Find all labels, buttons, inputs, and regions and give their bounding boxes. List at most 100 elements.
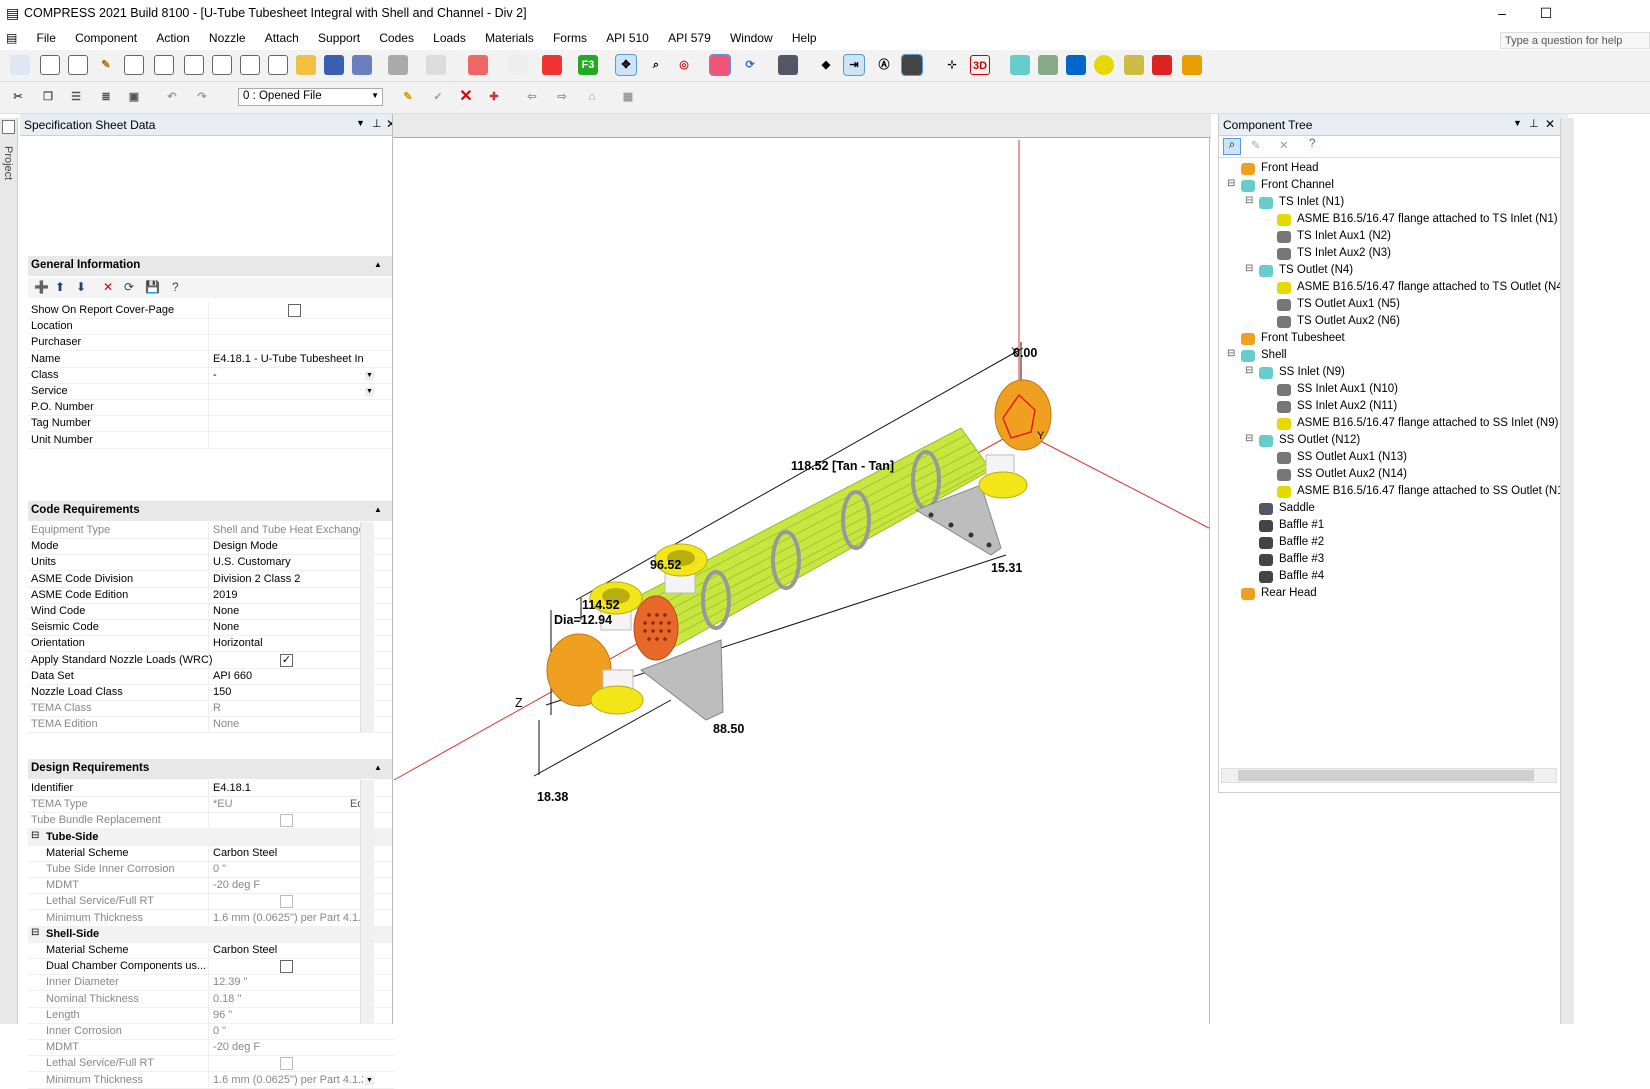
property-value[interactable]: 1.6 mm (0.0625") per Part 4.1.2 xyxy=(213,1074,363,1086)
menu-api579[interactable]: API 579 xyxy=(660,28,719,48)
annotation-icon[interactable]: Ⓐ xyxy=(874,55,894,75)
expand-toggle-icon[interactable]: ⊟ xyxy=(1227,178,1235,189)
menu-action[interactable]: Action xyxy=(148,28,197,48)
menu-doc-icon[interactable]: ▤ xyxy=(0,28,25,48)
p2-icon[interactable] xyxy=(240,55,260,75)
tree-item[interactable]: SS Outlet (N12) xyxy=(1279,434,1360,446)
h2-icon[interactable] xyxy=(154,55,174,75)
property-value[interactable]: None xyxy=(213,605,363,617)
menu-attach[interactable]: Attach xyxy=(257,28,307,48)
property-value[interactable]: Division 2 Class 2 xyxy=(213,573,363,585)
view-cube-icon[interactable] xyxy=(778,55,798,75)
property-value[interactable]: Design Mode xyxy=(213,540,363,552)
tree-item[interactable]: Baffle #4 xyxy=(1279,570,1324,582)
shade-icon[interactable] xyxy=(901,54,923,76)
tree-item[interactable]: SS Outlet Aux1 (N13) xyxy=(1297,451,1407,463)
tree-item[interactable]: ASME B16.5/16.47 flange attached to SS I… xyxy=(1297,417,1558,429)
property-row[interactable]: Lethal Service/Full RT xyxy=(28,893,394,911)
property-value[interactable]: R xyxy=(213,702,363,714)
clipboard-icon[interactable] xyxy=(508,55,528,75)
delete-row-icon[interactable]: ✕ xyxy=(103,280,113,294)
property-row[interactable]: Dual Chamber Components us... xyxy=(28,958,394,976)
property-value[interactable]: 0.18 " xyxy=(213,993,363,1005)
color-icon[interactable] xyxy=(709,54,731,76)
code-scrollbar[interactable] xyxy=(360,522,374,732)
property-row[interactable]: Name E4.18.1 - U-Tube Tubesheet Integ... xyxy=(28,350,394,368)
tree-item[interactable]: Rear Head xyxy=(1261,587,1317,599)
property-row[interactable]: TEMA Type *EU xyxy=(28,796,394,814)
project-icon[interactable] xyxy=(2,120,15,134)
cone-icon[interactable] xyxy=(1066,55,1086,75)
menu-help[interactable]: Help xyxy=(784,28,825,48)
save-all-icon[interactable] xyxy=(352,55,372,75)
tree-item[interactable]: SS Inlet Aux2 (N11) xyxy=(1297,400,1397,412)
check-edit-icon[interactable]: ✓ xyxy=(428,87,448,107)
property-row[interactable]: Service ▼ xyxy=(28,383,394,400)
menu-forms[interactable]: Forms xyxy=(545,28,595,48)
zoom-extents-icon[interactable]: ◎ xyxy=(674,55,694,75)
tree-item[interactable]: ASME B16.5/16.47 flange attached to TS O… xyxy=(1297,281,1567,293)
tree-item[interactable]: Front Tubesheet xyxy=(1261,332,1345,344)
home-icon[interactable]: ⌂ xyxy=(582,87,602,107)
elbow-icon[interactable] xyxy=(1038,55,1058,75)
menu-nozzle[interactable]: Nozzle xyxy=(201,28,254,48)
property-row[interactable]: Seismic CodeNone... xyxy=(28,619,394,637)
property-row[interactable]: P.O. Number xyxy=(28,399,394,417)
tree-item[interactable]: SS Inlet Aux1 (N10) xyxy=(1297,383,1398,395)
property-row[interactable]: ⊟ Tube-Side xyxy=(28,828,394,846)
property-value[interactable]: *EU xyxy=(213,798,363,810)
property-value[interactable]: Shell and Tube Heat Exchanger xyxy=(213,524,363,536)
collapse-icon[interactable]: ▲ xyxy=(374,260,382,269)
property-row[interactable]: TEMA EditionNone▼ xyxy=(28,716,394,734)
tree-item[interactable]: TS Outlet Aux2 (N6) xyxy=(1297,315,1400,327)
light-icon[interactable]: ◆ xyxy=(816,55,836,75)
checkbox[interactable] xyxy=(280,960,293,974)
property-row[interactable]: Lethal Service/Full RT xyxy=(28,1055,394,1073)
tree-item[interactable]: Saddle xyxy=(1279,502,1315,514)
cylinder-icon[interactable] xyxy=(1010,55,1030,75)
expand-toggle-icon[interactable]: ⊟ xyxy=(1245,365,1253,376)
property-row[interactable]: Class - ▼ xyxy=(28,366,394,384)
add-icon[interactable]: ➕ xyxy=(34,280,49,294)
property-row[interactable]: Identifier E4.18.1 xyxy=(28,780,394,797)
tree-item[interactable]: TS Inlet Aux2 (N3) xyxy=(1297,247,1391,259)
tree-item[interactable]: Baffle #3 xyxy=(1279,553,1324,565)
pdf-icon[interactable] xyxy=(468,55,488,75)
property-value[interactable]: Carbon Steel xyxy=(213,847,363,859)
refresh-icon[interactable]: ⟳ xyxy=(124,280,134,294)
new-vessel-icon[interactable] xyxy=(10,55,30,75)
undo-icon[interactable]: ↶ xyxy=(162,87,182,107)
property-value[interactable]: -20 deg F xyxy=(213,1041,363,1053)
property-row[interactable]: Data SetAPI 660▼ xyxy=(28,667,394,685)
tools-icon[interactable]: ✎ xyxy=(96,55,116,75)
design-scrollbar[interactable] xyxy=(360,780,374,1024)
3d-viewport[interactable]: 0.00 118.52 [Tan - Tan] 15.31 96.52 114.… xyxy=(392,114,1211,1024)
tree-item[interactable]: TS Inlet Aux1 (N2) xyxy=(1297,230,1391,242)
tree-item[interactable]: Baffle #1 xyxy=(1279,519,1324,531)
rotate-icon[interactable]: ⟳ xyxy=(740,55,760,75)
property-row[interactable]: Tube Side Inner Corrosion 0 " xyxy=(28,861,394,878)
body-flange-icon[interactable] xyxy=(1124,55,1144,75)
flange-icon[interactable] xyxy=(1094,55,1114,75)
tree-item[interactable]: SS Inlet (N9) xyxy=(1279,366,1345,378)
property-row[interactable]: ⊟ Shell-Side xyxy=(28,925,394,943)
p-icon[interactable] xyxy=(212,55,232,75)
pencil-icon[interactable]: ✎ xyxy=(398,87,418,107)
property-value[interactable]: 0 " xyxy=(213,863,363,875)
tree-scroll-thumb[interactable] xyxy=(1238,770,1534,781)
tree-item[interactable]: ASME B16.5/16.47 flange attached to SS O… xyxy=(1297,485,1574,497)
menu-support[interactable]: Support xyxy=(310,28,368,48)
property-value[interactable]: API 660 xyxy=(213,670,363,682)
tree-hscrollbar[interactable] xyxy=(1221,768,1557,783)
checkbox[interactable] xyxy=(280,1057,293,1071)
delete-icon[interactable]: ✕ xyxy=(456,87,476,107)
property-row[interactable]: Nominal Thickness 0.18 " xyxy=(28,990,394,1008)
expand-toggle-icon[interactable]: ⊟ xyxy=(1245,263,1253,274)
menu-window[interactable]: Window xyxy=(722,28,781,48)
tree-item[interactable]: Front Head xyxy=(1261,162,1319,174)
zoom-icon[interactable]: ⌕ xyxy=(646,55,666,75)
vessel-drawing[interactable] xyxy=(393,138,1211,1024)
print-icon[interactable] xyxy=(388,55,408,75)
property-row[interactable]: Equipment Type Shell and Tube Heat Exchan… xyxy=(28,522,394,539)
property-row[interactable]: Inner Corrosion 0 " xyxy=(28,1023,394,1040)
